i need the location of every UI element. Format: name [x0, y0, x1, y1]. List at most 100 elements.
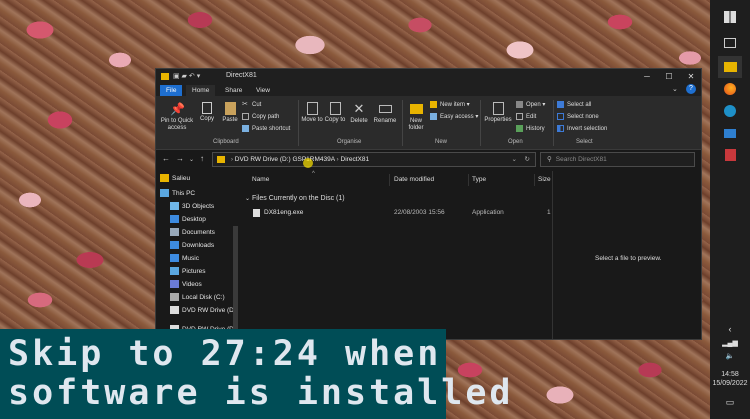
divider — [553, 100, 554, 146]
notification-icon[interactable]: ▭ — [710, 398, 750, 407]
nav-item-this-pc[interactable]: This PC — [160, 188, 195, 200]
computer-icon — [160, 189, 169, 198]
edge-taskbar-button[interactable] — [718, 100, 742, 122]
select-all-icon — [557, 101, 564, 108]
nav-pane-scrollbar[interactable] — [233, 226, 238, 339]
help-icon[interactable]: ? — [686, 84, 696, 94]
up-arrow-icon[interactable]: ↑ — [200, 154, 204, 163]
properties-button[interactable]: Properties — [483, 102, 513, 124]
column-header-type[interactable]: Type — [472, 174, 486, 186]
nav-item-videos[interactable]: Videos — [170, 279, 202, 291]
tab-share[interactable]: Share — [219, 85, 248, 96]
address-bar[interactable]: › DVD RW Drive (D:) GSP1RM439A › DirectX… — [212, 152, 536, 167]
move-to-button[interactable]: Move to — [301, 102, 323, 124]
new-folder-button[interactable]: New folder — [405, 102, 427, 132]
divider — [389, 174, 390, 186]
file-explorer-window: ▣ ▰ ↶ ▾ DirectX81 ─ ☐ ✕ File Home Share … — [155, 68, 702, 340]
maximize-button[interactable]: ☐ — [658, 69, 680, 84]
video-icon — [170, 280, 179, 289]
breadcrumb-directx81[interactable]: DirectX81 — [341, 156, 370, 163]
copy-to-label: Copy to — [324, 117, 346, 123]
tab-view[interactable]: View — [250, 85, 276, 96]
paste-shortcut-button[interactable]: Paste shortcut — [242, 125, 290, 134]
cut-button[interactable]: ✂ Cut — [242, 101, 261, 110]
folder-icon — [160, 174, 169, 183]
edge-icon — [724, 105, 736, 117]
network-icon[interactable]: ▂▄▆ — [710, 340, 750, 348]
edit-label: Edit — [526, 114, 537, 121]
close-button[interactable]: ✕ — [680, 69, 701, 84]
edit-button[interactable]: Edit — [516, 113, 536, 122]
download-icon — [170, 241, 179, 250]
address-dropdown-icon[interactable]: ⌄ — [512, 153, 517, 166]
copy-path-button[interactable]: Copy path — [242, 113, 279, 122]
app-taskbar-button[interactable] — [718, 144, 742, 166]
column-header-size[interactable]: Size — [538, 174, 551, 186]
file-date: 22/08/2003 15:56 — [394, 209, 445, 216]
select-none-button[interactable]: Select none — [557, 113, 599, 122]
mail-taskbar-button[interactable] — [718, 122, 742, 144]
delete-button[interactable]: ✕ Delete — [348, 102, 370, 125]
refresh-icon[interactable]: ↻ — [525, 153, 530, 166]
mail-icon — [724, 128, 736, 138]
clock-time[interactable]: 14:58 — [710, 371, 750, 379]
recent-locations-icon[interactable]: ⌄ — [189, 156, 194, 163]
delete-icon: ✕ — [353, 101, 365, 116]
nav-item-documents[interactable]: Documents — [170, 227, 215, 239]
nav-item-salieu[interactable]: Salieu — [160, 173, 190, 185]
minimize-button[interactable]: ─ — [636, 69, 658, 84]
nav-item-desktop[interactable]: Desktop — [170, 214, 206, 226]
chevron-left-icon[interactable]: ‹ — [710, 325, 750, 334]
nav-item-music[interactable]: Music — [170, 253, 199, 265]
column-header-name[interactable]: Name — [252, 174, 269, 186]
hard-drive-icon — [170, 293, 179, 302]
divider — [480, 100, 481, 146]
table-row[interactable]: DX81eng.exe 22/08/2003 15:56 Application… — [242, 207, 551, 219]
tab-file[interactable]: File — [160, 85, 183, 96]
folder-icon — [723, 62, 737, 72]
nav-item-downloads[interactable]: Downloads — [170, 240, 214, 252]
nav-item-pictures[interactable]: Pictures — [170, 266, 205, 278]
start-button[interactable] — [718, 6, 742, 28]
group-header[interactable]: ⌄ Files Currently on the Disc (1) — [245, 193, 345, 205]
file-list: Name ^ Date modified Type Size ⌄ Files C… — [242, 171, 551, 339]
pin-quick-access-button[interactable]: 📌 Pin to Quick access — [158, 102, 196, 132]
cube-icon — [170, 202, 179, 211]
easy-access-button[interactable]: Easy access ▾ — [430, 113, 478, 122]
task-view-button[interactable] — [718, 32, 742, 54]
select-all-button[interactable]: Select all — [557, 101, 591, 110]
tab-home[interactable]: Home — [186, 85, 216, 96]
copy-button[interactable]: Copy — [196, 102, 218, 123]
new-item-button[interactable]: New item ▾ — [430, 101, 470, 110]
forward-arrow-icon[interactable]: → — [176, 154, 184, 163]
breadcrumb-dvd-drive[interactable]: DVD RW Drive (D:) GSP1RM439A — [235, 156, 335, 163]
column-header-date[interactable]: Date modified — [394, 174, 434, 186]
title-bar: ▣ ▰ ↶ ▾ DirectX81 ─ ☐ ✕ — [156, 69, 701, 84]
nav-item-local-disk[interactable]: Local Disk (C:) — [170, 292, 225, 304]
firefox-taskbar-button[interactable] — [718, 78, 742, 100]
pin-label: Pin to Quick access — [160, 118, 194, 131]
paste-button[interactable]: Paste — [219, 102, 241, 124]
search-input[interactable]: ⚲ Search DirectX81 — [540, 152, 695, 167]
open-label: Open — [526, 102, 541, 109]
back-arrow-icon[interactable]: ← — [162, 154, 170, 163]
exe-file-icon — [253, 209, 260, 217]
open-button[interactable]: Open ▾ — [516, 101, 545, 110]
rename-button[interactable]: Rename — [372, 102, 398, 125]
nav-item-3d-objects[interactable]: 3D Objects — [170, 201, 214, 213]
clock-date[interactable]: 15/09/2022 — [710, 380, 750, 388]
rename-icon — [378, 105, 392, 113]
caption-line-2: software is installed — [8, 373, 514, 413]
nav-item-dvd-drive[interactable]: DVD RW Drive (D — [170, 305, 234, 317]
move-to-label: Move to — [301, 117, 323, 123]
volume-icon[interactable]: 🔈 — [710, 353, 750, 361]
copy-to-button[interactable]: Copy to — [324, 102, 346, 124]
ribbon-expand-icon[interactable]: ⌄ — [672, 85, 678, 93]
open-group-label: Open — [508, 139, 523, 145]
quick-access-toolbar[interactable]: ▣ ▰ ↶ ▾ — [173, 72, 200, 80]
file-explorer-taskbar-button[interactable] — [718, 56, 742, 78]
scissors-icon: ✂ — [242, 101, 248, 108]
invert-selection-button[interactable]: Invert selection — [557, 125, 607, 134]
history-button[interactable]: History — [516, 125, 545, 134]
preview-message: Select a file to preview. — [595, 255, 662, 262]
